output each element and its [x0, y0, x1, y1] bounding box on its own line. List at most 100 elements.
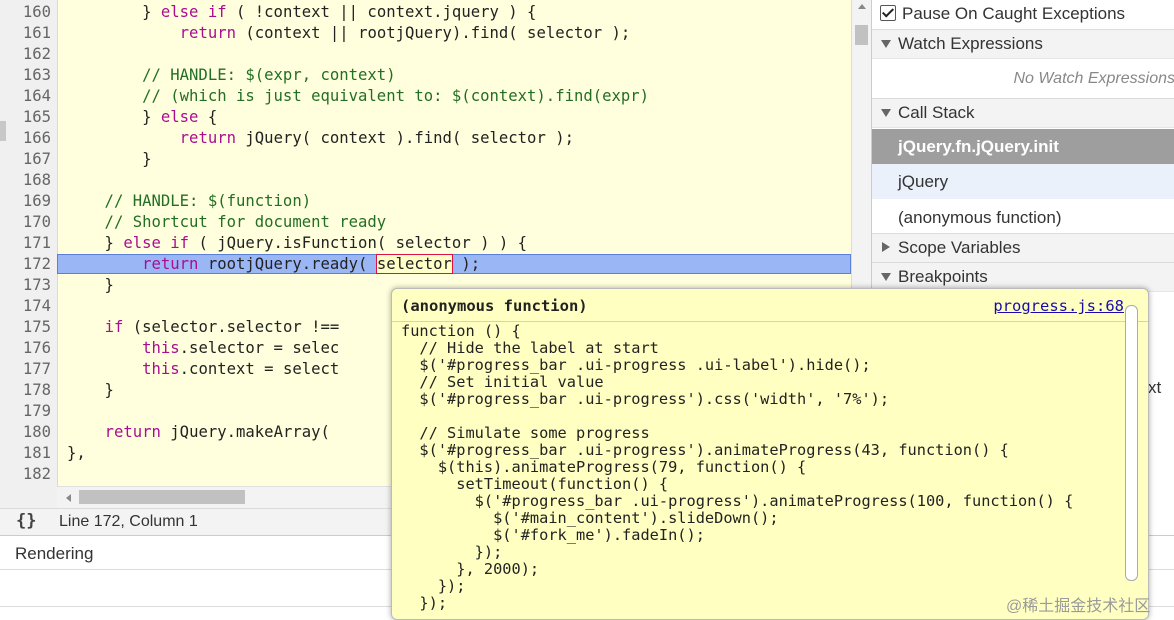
code-text: this.context = select — [67, 359, 339, 380]
call-stack-header[interactable]: Call Stack — [872, 98, 1174, 128]
horizontal-scroll-thumb[interactable] — [79, 490, 245, 504]
code-line[interactable]: 163 // HANDLE: $(expr, context) — [0, 65, 851, 86]
line-number[interactable]: 161 — [0, 23, 51, 44]
pause-on-caught-checkbox[interactable] — [880, 5, 896, 21]
code-token: ); — [451, 255, 481, 273]
code-line[interactable]: 164 // (which is just equivalent to: $(c… — [0, 86, 851, 107]
code-text: // (which is just equivalent to: $(conte… — [67, 86, 649, 107]
code-line[interactable]: 166 return jQuery( context ).find( selec… — [0, 128, 851, 149]
line-number[interactable]: 182 — [0, 464, 51, 485]
line-number[interactable]: 180 — [0, 422, 51, 443]
code-token: ( jQuery.isFunction( selector ) ) { — [189, 234, 528, 252]
scroll-left-arrow-icon[interactable] — [66, 494, 71, 502]
code-line[interactable]: 168 — [0, 170, 851, 191]
line-number[interactable]: 175 — [0, 317, 51, 338]
code-line[interactable]: 171 } else if ( jQuery.isFunction( selec… — [0, 233, 851, 254]
keyword: this — [142, 339, 180, 357]
call-frame-0[interactable]: jQuery.fn.jQuery.init — [872, 129, 1174, 164]
code-token: .context = select — [179, 360, 340, 378]
code-token: } — [67, 3, 161, 21]
code-text: }, — [67, 443, 86, 464]
code-text: // HANDLE: $(expr, context) — [67, 65, 396, 86]
function-source: function () { // Hide the label at start… — [401, 322, 1074, 612]
code-text: return jQuery( context ).find( selector … — [67, 128, 574, 149]
code-token: ( !context || context.jquery ) { — [226, 3, 537, 21]
keyword: else if — [123, 234, 190, 252]
line-number[interactable]: 162 — [0, 44, 51, 65]
breakpoints-title: Breakpoints — [898, 267, 988, 286]
code-text: } else if ( jQuery.isFunction( selector … — [67, 233, 528, 254]
line-number[interactable]: 170 — [0, 212, 51, 233]
code-text: } — [67, 380, 114, 401]
popover-scrollbar[interactable] — [1125, 305, 1138, 581]
code-line[interactable]: 170 // Shortcut for document ready — [0, 212, 851, 233]
line-number[interactable]: 166 — [0, 128, 51, 149]
cursor-position: Line 172, Column 1 — [59, 513, 198, 530]
pause-on-caught-label: Pause On Caught Exceptions — [902, 4, 1126, 23]
line-number[interactable]: 178 — [0, 380, 51, 401]
pretty-print-button[interactable]: {} — [16, 511, 36, 531]
line-number[interactable]: 169 — [0, 191, 51, 212]
collapse-triangle-icon — [882, 242, 890, 252]
code-text: return rootjQuery.ready( selector ); — [67, 254, 480, 275]
code-line[interactable]: 162 — [0, 44, 851, 65]
code-text: } else { — [67, 107, 217, 128]
call-frame-2[interactable]: (anonymous function) — [872, 200, 1174, 235]
expand-triangle-icon — [881, 273, 891, 281]
code-line[interactable]: 167 } — [0, 149, 851, 170]
code-line[interactable]: 160 } else if ( !context || context.jque… — [0, 2, 851, 23]
hovered-token[interactable]: selector — [375, 254, 453, 274]
execution-line[interactable]: 172 return rootjQuery.ready( selector ); — [0, 254, 851, 275]
watch-empty-note: No Watch Expressions — [1013, 70, 1174, 87]
expand-triangle-icon — [881, 40, 891, 48]
code-token: }, — [67, 444, 86, 462]
line-number[interactable]: 177 — [0, 359, 51, 380]
keyword: return — [179, 129, 237, 147]
line-number[interactable]: 176 — [0, 338, 51, 359]
comment: // HANDLE: $(expr, context) — [67, 66, 396, 84]
line-number[interactable]: 174 — [0, 296, 51, 317]
line-number[interactable]: 179 — [0, 401, 51, 422]
source-location-link[interactable]: progress.js:68 — [993, 297, 1124, 315]
line-number[interactable]: 172 — [0, 254, 51, 275]
keyword: return — [142, 255, 199, 273]
vertical-scroll-thumb[interactable] — [855, 25, 868, 45]
line-number[interactable]: 173 — [0, 275, 51, 296]
comment: // HANDLE: $(function) — [67, 192, 312, 210]
watch-expressions-header[interactable]: Watch Expressions — [872, 29, 1174, 59]
line-number-gutter-bottom — [0, 486, 58, 508]
call-frame-label: (anonymous function) — [898, 208, 1062, 227]
code-line[interactable]: 165 } else { — [0, 107, 851, 128]
line-number[interactable]: 163 — [0, 65, 51, 86]
line-number[interactable]: 168 — [0, 170, 51, 191]
partial-text: xt — [1148, 378, 1162, 397]
scroll-up-arrow-icon[interactable] — [858, 4, 866, 9]
call-frame-label: jQuery — [898, 172, 949, 191]
line-number[interactable]: 181 — [0, 443, 51, 464]
code-token: } — [67, 234, 124, 252]
code-token: } — [67, 381, 114, 399]
code-line[interactable]: 169 // HANDLE: $(function) — [0, 191, 851, 212]
code-text: } — [67, 275, 114, 296]
line-number[interactable]: 164 — [0, 86, 51, 107]
line-number[interactable]: 165 — [0, 107, 51, 128]
code-token: .selector = selec — [179, 339, 340, 357]
scope-variables-header[interactable]: Scope Variables — [872, 233, 1174, 263]
line-number[interactable]: 171 — [0, 233, 51, 254]
call-frame-1[interactable]: jQuery — [872, 164, 1174, 199]
keyword: this — [142, 360, 180, 378]
code-line[interactable]: 161 return (context || rootjQuery).find(… — [0, 23, 851, 44]
pause-on-caught-row[interactable]: Pause On Caught Exceptions — [872, 0, 1174, 27]
code-token: } — [67, 276, 114, 294]
tab-rendering[interactable]: Rendering — [15, 544, 93, 564]
keyword: else if — [160, 3, 227, 21]
comment: // (which is just equivalent to: $(conte… — [67, 87, 650, 105]
line-number[interactable]: 167 — [0, 149, 51, 170]
keyword: return — [179, 24, 237, 42]
line-number[interactable]: 160 — [0, 2, 51, 23]
